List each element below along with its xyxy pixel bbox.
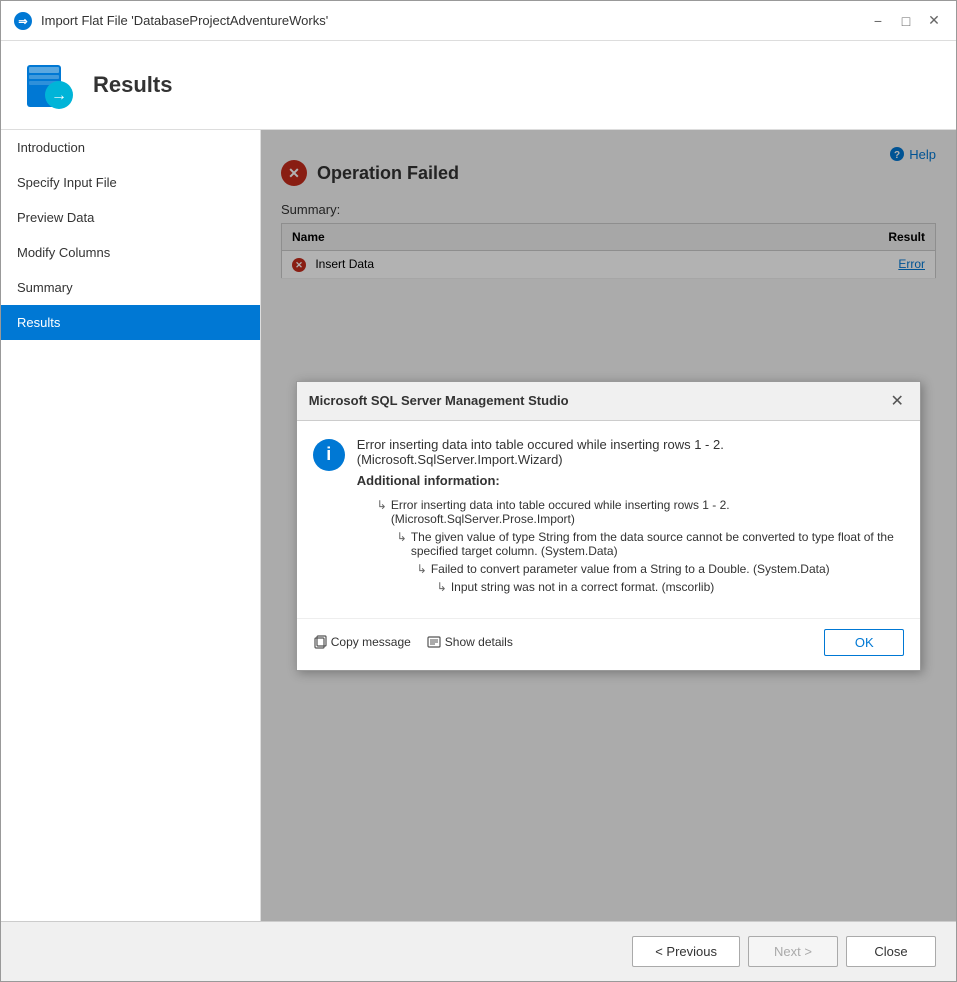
modal-message-area: Error inserting data into table occured … — [357, 437, 905, 596]
close-button[interactable]: ✕ — [924, 11, 944, 31]
modal-main-text: Error inserting data into table occured … — [357, 437, 905, 467]
svg-text:→: → — [51, 87, 67, 104]
modal-close-button[interactable]: ✕ — [886, 390, 908, 412]
db-icon: → — [21, 57, 77, 113]
copy-icon — [313, 635, 327, 649]
arrow-icon-3: ↳ — [417, 562, 427, 576]
arrow-icon-4: ↳ — [437, 580, 447, 594]
modal-overlay: Microsoft SQL Server Management Studio ✕… — [261, 130, 956, 921]
modal-ok-button[interactable]: OK — [824, 629, 904, 656]
error-dialog: Microsoft SQL Server Management Studio ✕… — [296, 381, 922, 671]
maximize-button[interactable]: □ — [896, 11, 916, 31]
sidebar-item-modify-columns[interactable]: Modify Columns — [1, 235, 260, 270]
minimize-button[interactable]: − — [868, 11, 888, 31]
modal-body: i Error inserting data into table occure… — [297, 421, 921, 618]
additional-info-label: Additional information: — [357, 473, 905, 488]
app-icon: ⇒ — [13, 11, 33, 31]
sidebar-item-specify-input[interactable]: Specify Input File — [1, 165, 260, 200]
title-bar: ⇒ Import Flat File 'DatabaseProjectAdven… — [1, 1, 956, 41]
error-item-2: ↳ The given value of type String from th… — [397, 528, 905, 560]
content-area: ? Help ✕ Operation Failed Summary: Name … — [261, 130, 956, 921]
info-icon: i — [313, 439, 345, 471]
sidebar: Introduction Specify Input File Preview … — [1, 130, 261, 921]
modal-footer: Copy message Show details — [297, 618, 921, 670]
window-title: Import Flat File 'DatabaseProjectAdventu… — [41, 13, 868, 28]
svg-text:⇒: ⇒ — [18, 16, 27, 28]
previous-button[interactable]: < Previous — [632, 936, 740, 967]
sidebar-item-introduction[interactable]: Introduction — [1, 130, 260, 165]
main-area: Introduction Specify Input File Preview … — [1, 130, 956, 921]
arrow-icon-2: ↳ — [397, 530, 407, 544]
page-title: Results — [93, 72, 172, 98]
modal-title: Microsoft SQL Server Management Studio — [309, 393, 569, 408]
arrow-icon-1: ↳ — [377, 498, 387, 512]
close-button[interactable]: Close — [846, 936, 936, 967]
copy-message-link[interactable]: Copy message — [313, 635, 411, 649]
modal-footer-left: Copy message Show details — [313, 635, 513, 649]
sidebar-item-results[interactable]: Results — [1, 305, 260, 340]
error-tree: ↳ Error inserting data into table occure… — [377, 496, 905, 596]
error-item-1: ↳ Error inserting data into table occure… — [377, 496, 905, 528]
main-window: ⇒ Import Flat File 'DatabaseProjectAdven… — [0, 0, 957, 982]
show-details-link[interactable]: Show details — [427, 635, 513, 649]
footer: < Previous Next > Close — [1, 921, 956, 981]
sidebar-item-summary[interactable]: Summary — [1, 270, 260, 305]
modal-info-row: i Error inserting data into table occure… — [313, 437, 905, 596]
modal-title-bar: Microsoft SQL Server Management Studio ✕ — [297, 382, 921, 421]
window-controls: − □ ✕ — [868, 11, 944, 31]
sidebar-item-preview-data[interactable]: Preview Data — [1, 200, 260, 235]
error-item-3: ↳ Failed to convert parameter value from… — [417, 560, 905, 578]
details-icon — [427, 635, 441, 649]
error-item-4: ↳ Input string was not in a correct form… — [437, 578, 905, 596]
header: → Results — [1, 41, 956, 130]
next-button[interactable]: Next > — [748, 936, 838, 967]
